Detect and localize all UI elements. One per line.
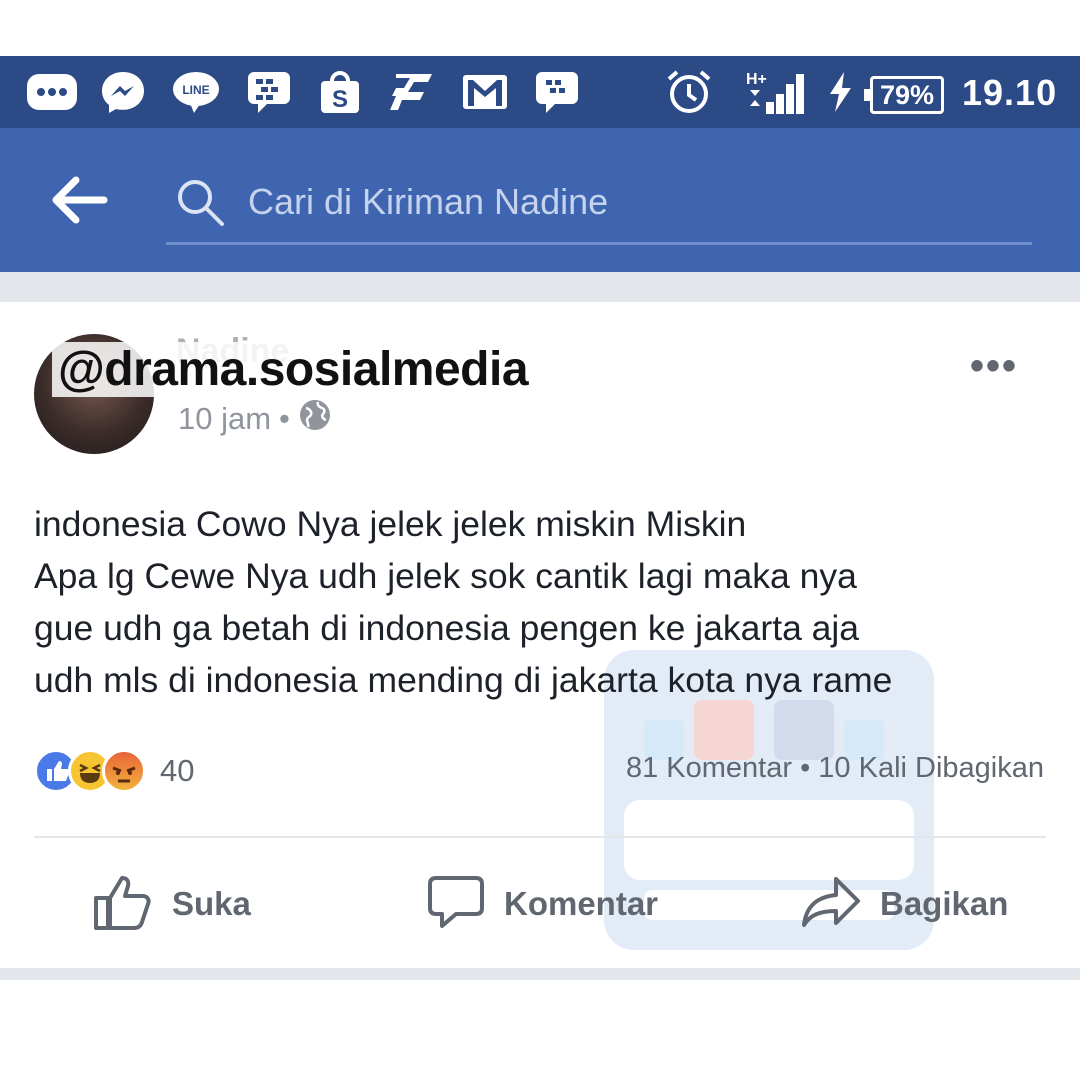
share-label: Bagikan [880,885,1009,922]
search-underline [166,242,1032,245]
svg-text:H+: H+ [746,71,767,88]
more-options-icon[interactable]: ••• [970,344,1030,388]
post-time[interactable]: 10 jam [178,401,271,437]
reaction-summary[interactable]: 40 [34,748,194,794]
alarm-icon [666,70,712,114]
meta-separator: • [279,401,290,436]
battery-level: 79% [864,76,944,114]
like-label: Suka [172,885,251,922]
action-divider [34,836,1046,838]
like-button[interactable]: Suka [92,872,251,936]
messenger-icon [100,70,146,114]
post-meta: 10 jam • [178,398,332,440]
search-input[interactable] [248,178,1008,226]
angry-reaction-icon [102,749,146,793]
bbm-icon [246,70,292,114]
overlay-watermark-text: @drama.sosialmedia [52,342,535,397]
more-icon [26,70,78,114]
share-button[interactable]: Bagikan [800,872,1008,936]
status-clock: 19.10 [962,72,1058,113]
post-text: indonesia Cowo Nya jelek jelek miskin Mi… [34,504,893,700]
share-arrow-icon [800,875,862,934]
status-bar: LINE S H+ 79% 19.10 [0,56,1080,128]
search-app-bar [0,128,1080,272]
shop-icon: S [318,70,362,114]
search-icon [174,176,226,228]
comment-share-stats[interactable]: 81 Komentar • 10 Kali Dibagikan [626,752,1044,785]
gmail-icon [462,70,508,114]
back-arrow-icon[interactable] [50,176,110,224]
svg-text:S: S [332,86,348,113]
comment-bubble-icon [426,872,486,937]
reaction-count: 40 [160,753,195,788]
signal-icon: H+ [744,70,806,114]
feed-gap [0,272,1080,302]
feed-gap-bottom [0,968,1080,980]
line-icon: LINE [172,70,220,114]
app-icon [388,70,438,114]
globe-icon [298,398,332,440]
comment-button[interactable]: Komentar [426,872,658,936]
svg-text:LINE: LINE [182,83,209,97]
charging-icon [826,70,854,114]
bbm-chat-icon [534,70,580,114]
comment-label: Komentar [504,885,659,922]
thumbs-up-icon [92,872,154,937]
